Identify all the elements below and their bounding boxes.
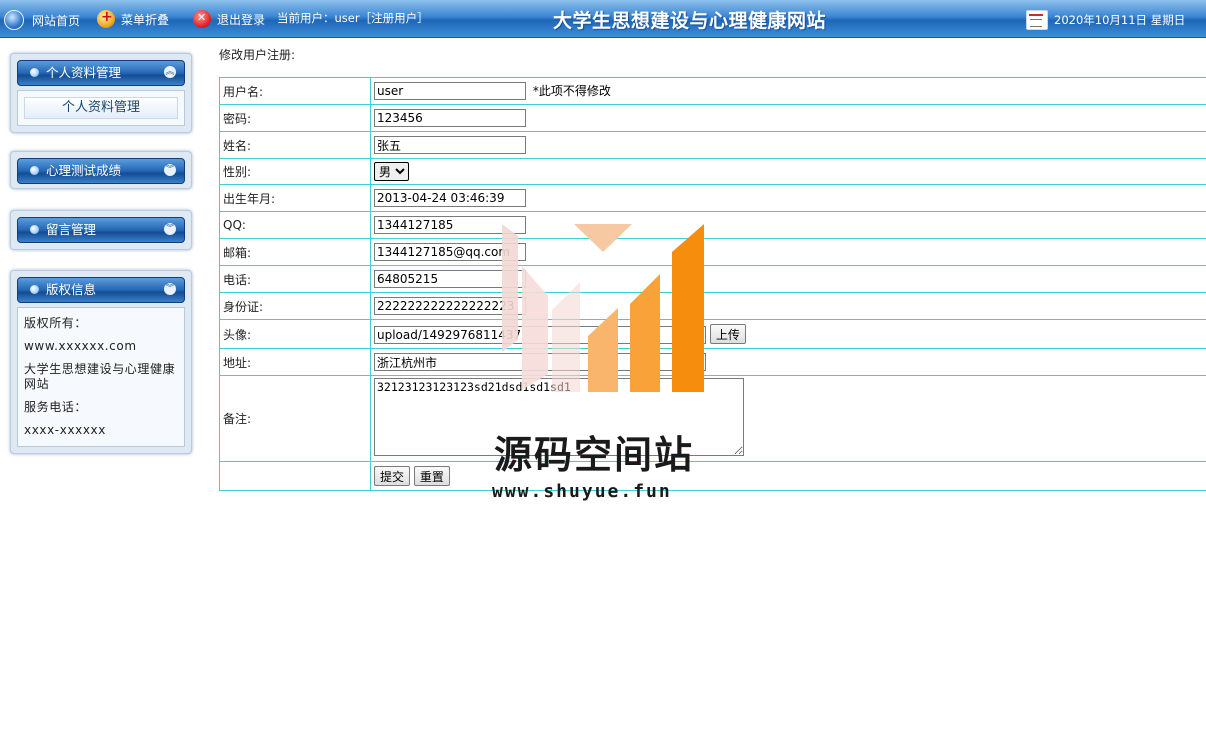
panel-test-scores: 心理测试成绩 ︾ (10, 151, 192, 189)
chevron-up-icon[interactable]: ︽ (164, 66, 176, 78)
form-row-actions: 提交 重置 (219, 461, 1206, 491)
watermark-logo (502, 224, 704, 392)
remark-label: 备注: (219, 375, 371, 462)
globe-icon (4, 10, 24, 30)
panel-copyright: 版权信息 ︾ 版权所有： www.xxxxxx.com 大学生思想建设与心理健康… (10, 270, 192, 454)
panel-copyright-title: 版权信息 (46, 282, 97, 297)
copyright-owner-label: 版权所有： (24, 316, 88, 330)
gender-label: 性别: (219, 158, 371, 185)
copyright-phone-label: 服务电话： (24, 400, 88, 414)
actions-label-cell (219, 461, 371, 491)
form-title: 修改用户注册: (219, 48, 296, 62)
password-label: 密码: (219, 104, 371, 132)
date-text: 2020年10月11日 星期日 (1054, 13, 1186, 27)
name-label: 姓名: (219, 131, 371, 159)
chevron-down-icon[interactable]: ︾ (164, 164, 176, 176)
avatar-label: 头像: (219, 319, 371, 349)
form-row-qq: QQ: (219, 211, 1206, 239)
upload-button[interactable]: 上传 (709, 324, 746, 344)
password-input[interactable] (374, 109, 526, 127)
calendar-icon (1026, 10, 1048, 30)
username-input[interactable] (374, 82, 526, 100)
qq-label: QQ: (219, 211, 371, 239)
date-display: 2020年10月11日 星期日 (1026, 10, 1185, 30)
panel-messages-header[interactable]: 留言管理 ︾ (17, 217, 185, 243)
panel-copyright-header[interactable]: 版权信息 ︾ (17, 277, 185, 303)
copyright-website: www.xxxxxx.com (24, 339, 137, 353)
name-input[interactable] (374, 136, 526, 154)
sidebar-item-profile[interactable]: 个人资料管理 (24, 97, 178, 119)
panel-test-scores-header[interactable]: 心理测试成绩 ︾ (17, 158, 185, 184)
home-link[interactable]: 网站首页 (4, 10, 80, 30)
bullet-icon (30, 225, 39, 234)
form-row-username: 用户名: *此项不得修改 (219, 77, 1206, 105)
bullet-icon (30, 285, 39, 294)
user-edit-form: 用户名: *此项不得修改 密码: 姓名: 性别: 男 出生年月: QQ: 邮箱:… (219, 77, 1206, 491)
logout-label: 退出登录 (217, 12, 266, 27)
logout-link[interactable]: 退出登录 (193, 10, 265, 28)
bullet-icon (30, 68, 39, 77)
email-label: 邮箱: (219, 238, 371, 266)
form-row-name: 姓名: (219, 131, 1206, 159)
menu-collapse-label: 菜单折叠 (121, 12, 170, 27)
menu-collapse-link[interactable]: 菜单折叠 (97, 9, 170, 28)
chevron-down-icon[interactable]: ︾ (164, 223, 176, 235)
form-row-phone: 电话: (219, 265, 1206, 293)
reset-button[interactable]: 重置 (413, 466, 450, 486)
username-label: 用户名: (219, 77, 371, 105)
copyright-phone: xxxx-xxxxxx (24, 423, 106, 437)
site-title: 大学生思想建设与心理健康网站 (553, 10, 827, 32)
panel-profile-body: 个人资料管理 (17, 90, 185, 126)
phone-label: 电话: (219, 265, 371, 293)
form-row-remark: 备注: 32123123123123sd21dsd1sd1sd1 (219, 375, 1206, 462)
copyright-body: 版权所有： www.xxxxxx.com 大学生思想建设与心理健康网站 服务电话… (17, 307, 185, 447)
form-row-avatar: 头像: 上传 (219, 319, 1206, 349)
submit-button[interactable]: 提交 (374, 466, 411, 486)
form-row-email: 邮箱: (219, 238, 1206, 266)
bullet-icon (30, 166, 39, 175)
birth-label: 出生年月: (219, 184, 371, 212)
panel-test-scores-title: 心理测试成绩 (46, 163, 122, 178)
copyright-site-name: 大学生思想建设与心理健康网站 (24, 362, 176, 391)
panel-profile: 个人资料管理 ︽ 个人资料管理 (10, 53, 192, 133)
panel-profile-header[interactable]: 个人资料管理 ︽ (17, 60, 185, 86)
username-note: *此项不得修改 (532, 84, 611, 98)
form-row-address: 地址: (219, 348, 1206, 376)
gender-select[interactable]: 男 (374, 162, 409, 181)
address-label: 地址: (219, 348, 371, 376)
watermark-url: www.shuyue.fun (492, 481, 672, 502)
logout-icon (193, 10, 211, 28)
fold-menu-icon (97, 9, 115, 28)
panel-messages-title: 留言管理 (46, 222, 97, 237)
form-row-idcard: 身份证: (219, 292, 1206, 320)
panel-messages: 留言管理 ︾ (10, 210, 192, 250)
current-user-text: 当前用户：user［注册用户］ (277, 11, 429, 25)
top-bar: 网站首页 菜单折叠 退出登录 当前用户：user［注册用户］ 大学生思想建设与心… (0, 0, 1206, 38)
idcard-label: 身份证: (219, 292, 371, 320)
form-row-birth: 出生年月: (219, 184, 1206, 212)
current-user: 当前用户：user［注册用户］ (277, 10, 429, 26)
form-row-password: 密码: (219, 104, 1206, 132)
form-row-gender: 性别: 男 (219, 158, 1206, 185)
watermark-name: 源码空间站 (494, 433, 695, 477)
birth-input[interactable] (374, 189, 526, 207)
home-link-label: 网站首页 (32, 13, 81, 28)
panel-profile-title: 个人资料管理 (46, 65, 122, 80)
chevron-down-icon[interactable]: ︾ (164, 283, 176, 295)
